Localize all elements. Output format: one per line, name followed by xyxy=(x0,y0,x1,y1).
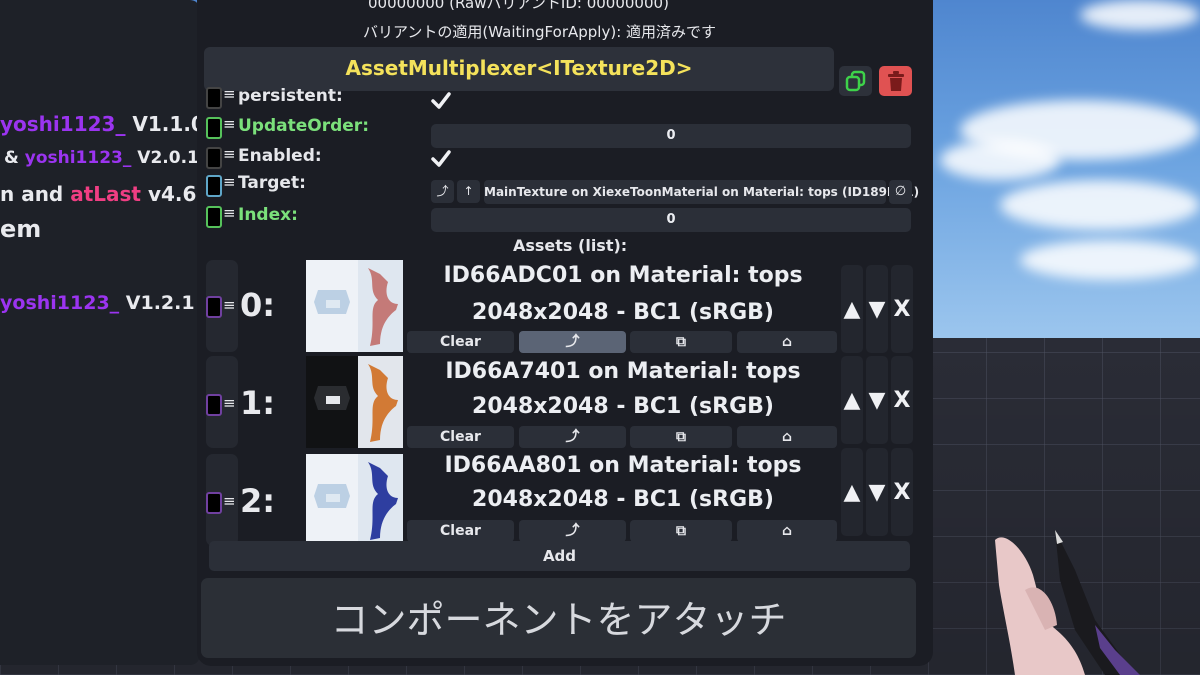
component-header[interactable]: AssetMultiplexer<ITexture2D> xyxy=(204,47,834,91)
add-asset-button[interactable]: Add xyxy=(209,541,910,571)
texture-preview xyxy=(306,454,403,546)
clear-reference-button[interactable]: ∅ xyxy=(889,180,912,204)
texture-thumbnail[interactable] xyxy=(306,356,403,448)
asset-index: 2: xyxy=(240,482,276,520)
credits-panel: yoshi1123_ V1.1.0 & yoshi1123_ V2.0.1 n … xyxy=(0,0,205,665)
list-item-drive-indicator[interactable] xyxy=(206,394,222,416)
asset-info: 2048x2048 - BC1 (sRGB) xyxy=(472,300,774,325)
clear-button[interactable]: Clear xyxy=(407,426,514,448)
credit-line: & yoshi1123_ V2.0.1 xyxy=(4,148,199,168)
index-input[interactable]: 0 xyxy=(431,208,911,232)
duplicate-icon xyxy=(845,70,865,92)
credit-line: yoshi1123_ V1.2.1 xyxy=(0,292,195,314)
enabled-checkbox[interactable] xyxy=(430,148,452,170)
texture-thumbnail[interactable] xyxy=(306,260,403,352)
copy-asset-button[interactable]: ⧉ xyxy=(630,331,732,353)
update-order-input[interactable]: 0 xyxy=(431,124,911,148)
field-drag-handle[interactable]: ≡ xyxy=(223,85,236,103)
target-label: Target: xyxy=(238,173,306,193)
asset-info: 2048x2048 - BC1 (sRGB) xyxy=(472,394,774,419)
assets-list-header: Assets (list): xyxy=(513,236,628,255)
target-reference-field[interactable]: MainTexture on XiexeToonMaterial on Mate… xyxy=(484,180,919,204)
open-asset-button[interactable]: ⤴ xyxy=(519,520,626,542)
field-drive-indicator[interactable] xyxy=(206,117,222,139)
list-item-drag-icon: ≡ xyxy=(223,296,236,314)
field-drag-handle[interactable]: ≡ xyxy=(223,145,236,163)
tag-asset-button[interactable]: ⌂ xyxy=(737,520,837,542)
attach-component-button[interactable]: コンポーネントをアタッチ xyxy=(201,578,916,658)
asset-name: ID66AA801 on Material: tops xyxy=(444,453,802,478)
cloud xyxy=(1080,0,1200,30)
field-drive-indicator[interactable] xyxy=(206,175,222,197)
move-down-button[interactable]: ▼ xyxy=(866,356,888,444)
persistent-checkbox[interactable] xyxy=(430,90,452,112)
credit-line: em xyxy=(0,215,42,243)
index-label: Index: xyxy=(238,205,298,225)
field-drive-indicator[interactable] xyxy=(206,87,222,109)
open-reference-button[interactable]: ⤴ xyxy=(431,180,454,203)
cloud xyxy=(1000,180,1200,230)
asset-name: ID66ADC01 on Material: tops xyxy=(443,263,803,288)
cloud xyxy=(940,140,1060,180)
credit-line: yoshi1123_ V1.1.0 xyxy=(0,112,205,136)
persistent-label: persistent: xyxy=(238,86,343,106)
variant-id-text: 00000000 (RawバリアントID: 00000000) xyxy=(368,0,669,12)
texture-preview xyxy=(306,260,403,352)
field-drag-handle[interactable]: ≡ xyxy=(223,173,236,191)
move-down-button[interactable]: ▼ xyxy=(866,265,888,353)
enabled-label: Enabled: xyxy=(238,146,322,166)
remove-asset-button[interactable]: X xyxy=(891,265,913,353)
remove-asset-button[interactable]: X xyxy=(891,448,913,536)
asset-index: 0: xyxy=(240,286,276,324)
asset-index: 1: xyxy=(240,384,276,422)
tag-asset-button[interactable]: ⌂ xyxy=(737,426,837,448)
list-item-drag-icon: ≡ xyxy=(223,492,236,510)
vr-hand-with-pen xyxy=(995,530,1140,675)
field-drive-indicator[interactable] xyxy=(206,206,222,228)
duplicate-component-button[interactable] xyxy=(839,66,872,96)
clear-button[interactable]: Clear xyxy=(407,520,514,542)
list-item-drive-indicator[interactable] xyxy=(206,492,222,514)
field-drag-handle[interactable]: ≡ xyxy=(223,115,236,133)
open-asset-button[interactable]: ⤴ xyxy=(519,426,626,448)
delete-component-button[interactable] xyxy=(879,66,912,96)
clear-button[interactable]: Clear xyxy=(407,331,514,353)
move-up-button[interactable]: ▲ xyxy=(841,265,863,353)
list-item-drive-indicator[interactable] xyxy=(206,296,222,318)
move-up-button[interactable]: ▲ xyxy=(841,356,863,444)
variant-apply-status: バリアントの適用(WaitingForApply): 適用済みです xyxy=(363,23,717,41)
move-up-button[interactable]: ▲ xyxy=(841,448,863,536)
component-title: AssetMultiplexer<ITexture2D> xyxy=(345,56,693,80)
inspect-reference-button[interactable]: ↑ xyxy=(457,180,480,203)
remove-asset-button[interactable]: X xyxy=(891,356,913,444)
move-down-button[interactable]: ▼ xyxy=(866,448,888,536)
field-drag-handle[interactable]: ≡ xyxy=(223,204,236,222)
list-item-drag-icon: ≡ xyxy=(223,394,236,412)
texture-preview xyxy=(306,356,403,448)
credit-line: n and atLast v4.6 xyxy=(0,182,197,206)
trash-icon xyxy=(887,71,904,91)
open-asset-button[interactable]: ⤴ xyxy=(519,331,626,353)
asset-name: ID66A7401 on Material: tops xyxy=(445,359,801,384)
texture-thumbnail[interactable] xyxy=(306,454,403,546)
cloud xyxy=(1020,240,1200,280)
update-order-label: UpdateOrder: xyxy=(238,116,369,136)
copy-asset-button[interactable]: ⧉ xyxy=(630,520,732,542)
asset-info: 2048x2048 - BC1 (sRGB) xyxy=(472,487,774,512)
copy-asset-button[interactable]: ⧉ xyxy=(630,426,732,448)
field-drive-indicator[interactable] xyxy=(206,147,222,169)
tag-asset-button[interactable]: ⌂ xyxy=(737,331,837,353)
